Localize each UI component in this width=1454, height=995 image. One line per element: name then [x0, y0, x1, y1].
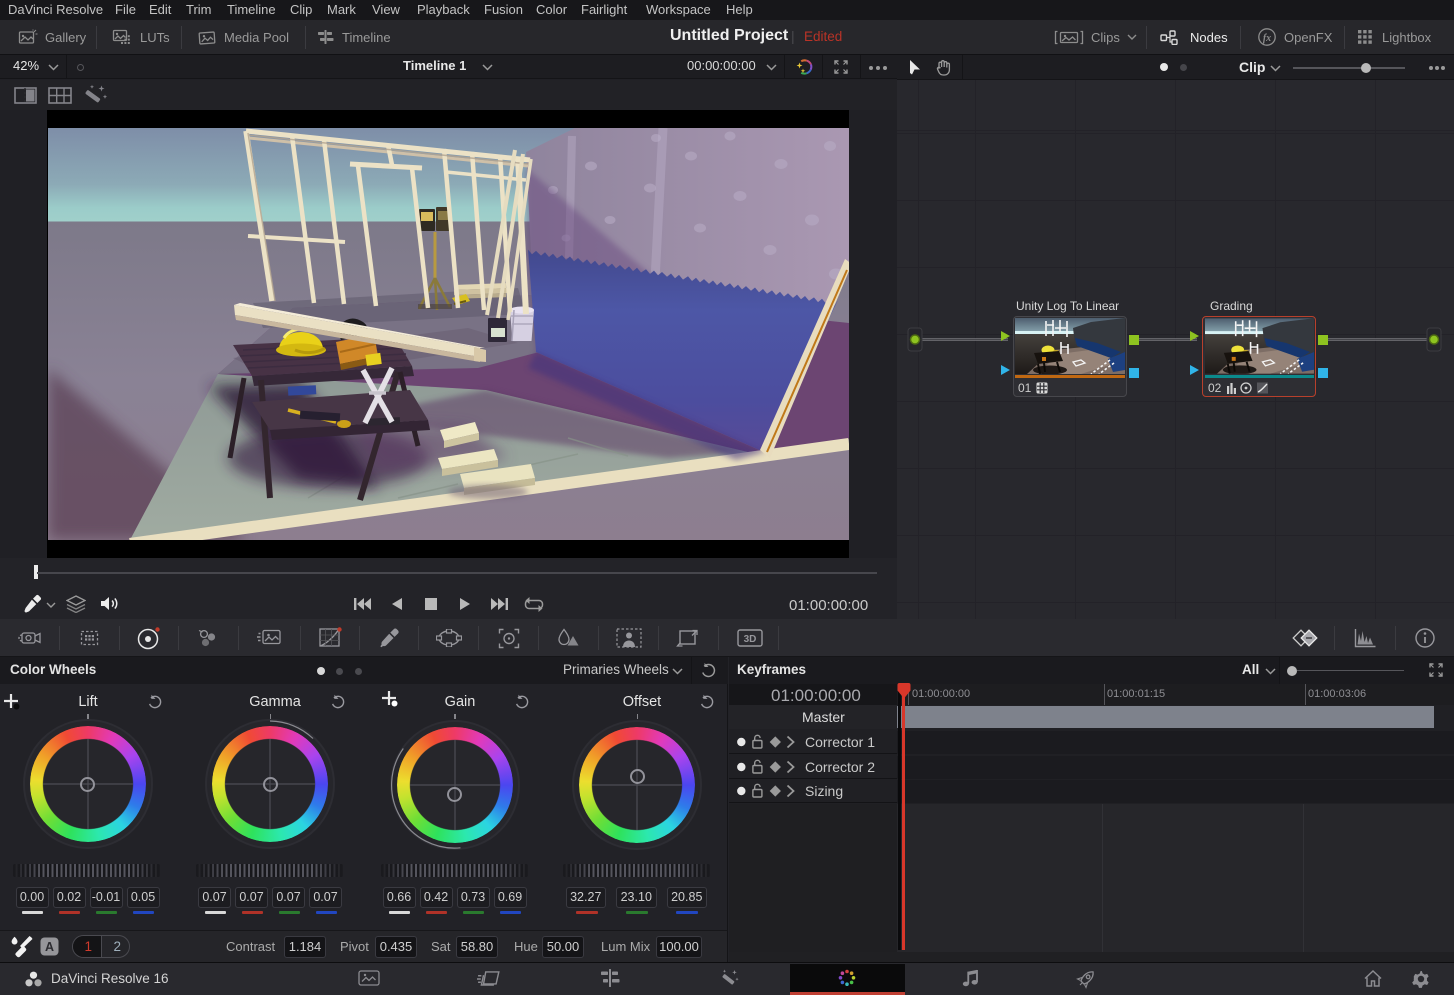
svg-text:3D: 3D	[744, 634, 757, 645]
svg-text:A: A	[45, 940, 54, 954]
svg-text:fx: fx	[1263, 33, 1271, 44]
